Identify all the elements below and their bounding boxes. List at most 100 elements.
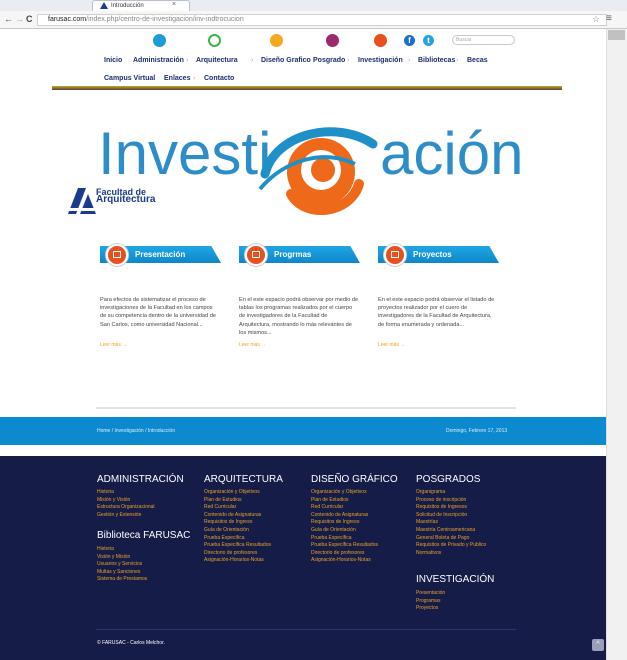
footer-link[interactable]: General Boleta de Pago [416, 535, 486, 543]
card-title: Progrmas [274, 250, 312, 259]
nav-diseno-grafico[interactable]: Diseño Grafico [261, 56, 311, 65]
reload-icon[interactable]: C [26, 14, 33, 24]
card-title: Presentación [135, 250, 186, 259]
footer-link[interactable]: Prueba Específica [204, 535, 271, 543]
footer-divider [96, 629, 516, 630]
footer-link[interactable]: Requisitos de Ingreso [204, 519, 271, 527]
footer-link[interactable]: Directorio de profesores [204, 550, 271, 558]
scrollbar-thumb[interactable] [608, 30, 625, 40]
card-text: En el este espacio podrá observar por me… [239, 297, 359, 336]
footer-link[interactable]: Presentación [416, 590, 445, 598]
footer-link[interactable]: Maestría Centroamericana [416, 527, 486, 535]
footer-link[interactable]: Plan de Estudios [204, 497, 271, 505]
footer-link[interactable]: Proyectos [416, 605, 445, 613]
research-icon[interactable] [374, 34, 387, 47]
nav-becas[interactable]: Becas [467, 56, 488, 65]
footer-link[interactable]: Red Curricular [204, 504, 271, 512]
breadcrumb[interactable]: Home / Investigación / Introducción [97, 428, 175, 434]
footer-link[interactable]: Guía de Orientación [204, 527, 271, 535]
nav-investigacion[interactable]: Investigación [358, 56, 403, 65]
footer-link[interactable]: Sistema de Prestamos [97, 576, 147, 584]
hero-g-logo [258, 127, 378, 215]
content-divider [96, 407, 516, 409]
read-more-link[interactable]: Leer más → [378, 342, 405, 348]
nav-administracion[interactable]: Administración [133, 56, 184, 65]
nav-inicio[interactable]: Inicio [104, 56, 122, 65]
footer-link[interactable]: Prueba Específica Resultados [204, 542, 271, 550]
footer-link[interactable]: Contenido de Asignaturas [311, 512, 378, 520]
tab-title: Introducción [111, 3, 144, 9]
posgrado-icon[interactable] [326, 34, 339, 47]
footer-link[interactable]: Programas [416, 598, 445, 606]
footer-link[interactable]: Misión y Visión [97, 497, 155, 505]
footer-link[interactable]: Prueba Específica Resultados [311, 542, 378, 550]
nav-contacto[interactable]: Contacto [204, 74, 234, 83]
footer-link[interactable]: Prueba Específica [311, 535, 378, 543]
footer-link[interactable]: Guía de Orientación [311, 527, 378, 535]
search-input[interactable]: Buscar [452, 35, 515, 45]
footer-link[interactable]: Historia [97, 489, 155, 497]
tab-close-icon[interactable]: × [172, 1, 176, 8]
chevron-down-icon: › [456, 57, 459, 64]
footer-link[interactable]: Normativos [416, 550, 486, 558]
read-more-link[interactable]: Leer más → [239, 342, 266, 348]
read-more-link[interactable]: Leer más → [100, 342, 127, 348]
nav-arquitectura[interactable]: Arquitectura [196, 56, 238, 65]
footer-link[interactable]: Directorio de profesores [311, 550, 378, 558]
back-icon[interactable]: ← [4, 14, 13, 24]
footer-link[interactable]: Organización y Objetivos [311, 489, 378, 497]
architecture-leaf-icon[interactable] [208, 34, 221, 47]
hero-title-part2: ación [380, 120, 524, 187]
url-host: farusac.com [48, 16, 87, 23]
chevron-down-icon: › [347, 57, 350, 64]
footer-link[interactable]: Historia [97, 546, 147, 554]
design-drop-icon[interactable] [270, 34, 283, 47]
folder-icon [384, 244, 406, 266]
facultad-logo-icon [68, 188, 96, 214]
browser-menu-icon[interactable]: ≡ [606, 13, 612, 24]
nav-posgrado[interactable]: Posgrado [313, 56, 345, 65]
logo-line2: Arquitectura [96, 194, 156, 205]
facebook-icon[interactable]: f [404, 35, 415, 46]
mail-icon [106, 244, 128, 266]
address-bar[interactable]: farusac.com/index.php/centro-de-investig… [37, 14, 607, 26]
url-path: /index.php/centro-de-investigacion/inv-i… [86, 16, 244, 23]
footer-link[interactable]: Gestión y Extensión [97, 512, 155, 520]
footer-link[interactable]: Visión y Misión [97, 554, 147, 562]
footer-link[interactable]: Asignación-Horarios-Notas [204, 557, 271, 565]
footer-links-investigacion: Presentación Programas Proyectos [416, 590, 445, 613]
footer-heading-administracion: ADMINISTRACIÓN [97, 474, 184, 485]
bookmark-star-icon[interactable]: ☆ [592, 14, 600, 25]
copyright-text: © FARUSAC - Carlos Melchor. [97, 640, 165, 646]
footer-link[interactable]: Multas y Sanciones [97, 569, 147, 577]
footer-link[interactable]: Requisitos de Privado y Publico [416, 542, 486, 550]
twitter-icon[interactable]: t [423, 35, 434, 46]
nav-campus-virtual[interactable]: Campus Virtual [104, 74, 155, 83]
home-globe-icon[interactable] [153, 34, 166, 47]
chevron-down-icon: › [408, 57, 411, 64]
current-date: Domingo, Febrero 17, 2013 [446, 428, 508, 434]
footer-link[interactable]: Usuarios y Servicios [97, 561, 147, 569]
breadcrumb-bar [0, 417, 606, 445]
page-scrollbar[interactable] [606, 29, 627, 660]
back-to-top-button[interactable]: ^ [592, 639, 604, 651]
footer-links-diseno: Organización y Objetivos Plan de Estudio… [311, 489, 378, 565]
footer-link[interactable]: Proceso de inscripción [416, 497, 486, 505]
nav-bibliotecas[interactable]: Bibliotecas [418, 56, 455, 65]
footer-links-biblioteca: Historia Visión y Misión Usuarios y Serv… [97, 546, 147, 584]
footer-link[interactable]: Maestrías [416, 519, 486, 527]
footer-link[interactable]: Estructura Organizacional [97, 504, 155, 512]
footer-link[interactable]: Requisitos de Ingreso [311, 519, 378, 527]
nav-enlaces[interactable]: Enlaces [164, 74, 190, 83]
footer-link[interactable]: Red Curricular [311, 504, 378, 512]
footer-link[interactable]: Solicitud de Inscripción [416, 512, 486, 520]
footer-link[interactable]: Organización y Objetivos [204, 489, 271, 497]
footer-link[interactable]: Organigrama [416, 489, 486, 497]
footer-link[interactable]: Asignación-Horarios-Notas [311, 557, 378, 565]
footer-link[interactable]: Contenido de Asignaturas [204, 512, 271, 520]
footer-link[interactable]: Plan de Estudios [311, 497, 378, 505]
footer-link[interactable]: Requisitos de Ingresos [416, 504, 486, 512]
footer-heading-arquitectura: ARQUITECTURA [204, 474, 283, 485]
header-divider-shadow [52, 89, 562, 90]
forward-icon[interactable]: → [15, 14, 24, 24]
